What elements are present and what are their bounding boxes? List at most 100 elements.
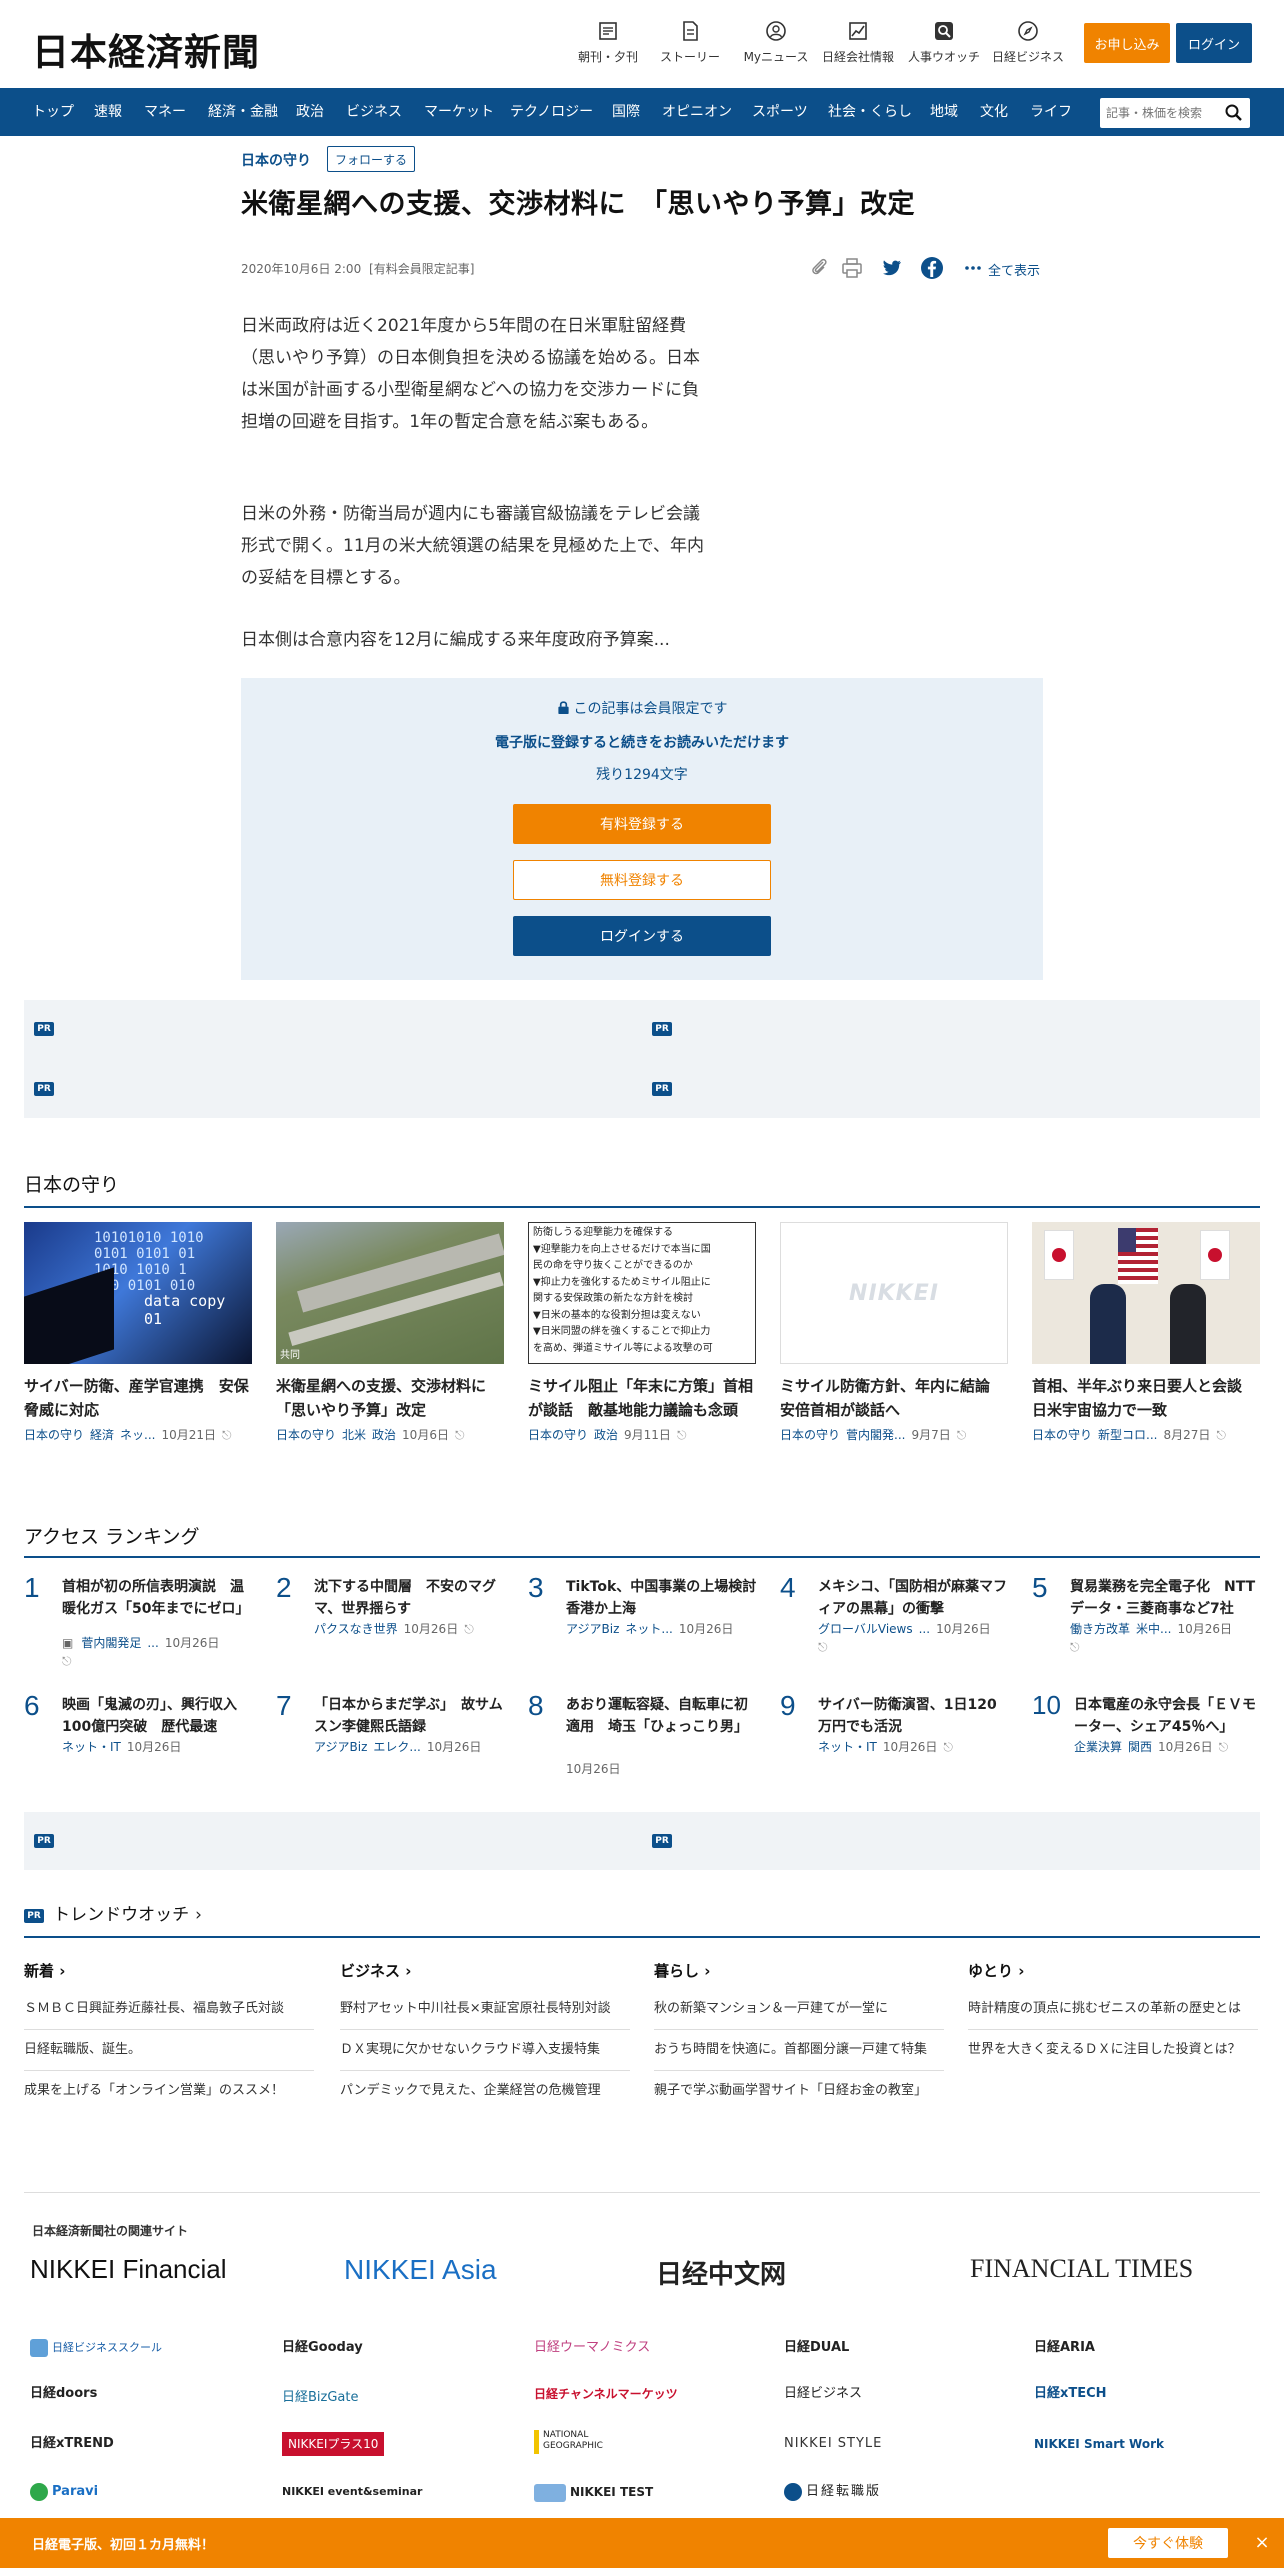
related-site-logo[interactable]: NIKKEIプラス10 — [282, 2432, 385, 2456]
card-title[interactable]: サイバー防衛、産学官連携 安保脅威に対応 — [24, 1374, 252, 1422]
card-tag[interactable]: 経済 — [90, 1428, 114, 1442]
facebook-icon[interactable] — [920, 256, 944, 280]
rank-tag[interactable]: ... — [147, 1636, 158, 1650]
search-icon[interactable] — [1224, 103, 1244, 123]
ranking-item[interactable]: 5 貿易業務を完全電子化 NTTデータ・三菱商事など7社 働き方改革 米中... 1… — [1032, 1572, 1262, 1672]
rank-tag[interactable]: パクスなき世界 — [314, 1622, 398, 1636]
related-site-logo[interactable]: NIKKEI STYLE — [784, 2432, 882, 2456]
nav-item-society[interactable]: 社会・くらし — [828, 88, 912, 136]
card-tag[interactable]: ネッ... — [120, 1428, 155, 1442]
rank-tag[interactable]: ネット・IT — [818, 1740, 877, 1754]
related-site-logo[interactable]: 日経転職版 — [784, 2480, 881, 2504]
related-site-logo[interactable]: 日経ARIA — [1034, 2336, 1095, 2360]
ranking-item[interactable]: 6 映画「鬼滅の刃」、興行収入100億円突破 歴代最速 ネット・IT 10月26日 — [24, 1690, 254, 1790]
rank-tag[interactable]: グローバルViews — [818, 1622, 913, 1636]
related-site-logo[interactable]: 日経ウーマノミクス — [534, 2336, 650, 2360]
card-tag[interactable]: 政治 — [372, 1428, 396, 1442]
series-card[interactable]: 共同 米衛星網への支援、交渉材料に 「思いやり予算」改定 日本の守り 北米 政治 10… — [276, 1222, 504, 1443]
related-site-logo[interactable]: NIKKEI TEST — [534, 2480, 653, 2504]
rank-title[interactable]: あおり運転容疑、自転車に初適用 埼玉「ひょっこり男」 — [566, 1694, 758, 1738]
header-link-nikkei-business[interactable]: 日経ビジネス — [988, 20, 1068, 65]
card-tag[interactable]: 日本の守り — [780, 1428, 840, 1442]
header-link-personnel-watch[interactable]: 人事ウオッチ — [904, 20, 984, 65]
rank-tag[interactable]: エレク... — [373, 1740, 420, 1754]
rank-tag[interactable]: 米中... — [1136, 1622, 1171, 1636]
series-card[interactable]: 10101010 1010 0101 0101 01 1010 1010 1 010 … — [24, 1222, 252, 1443]
rank-tag[interactable]: 関西 — [1128, 1740, 1152, 1754]
rank-title[interactable]: 「日本からまだ学ぶ」 故サムスン李健熙氏語録 — [314, 1694, 506, 1738]
close-icon[interactable]: × — [1252, 2533, 1272, 2553]
nav-item-business[interactable]: ビジネス — [346, 88, 402, 136]
article-section-link[interactable]: 日本の守り — [241, 150, 311, 170]
card-title[interactable]: 米衛星網への支援、交渉材料に 「思いやり予算」改定 — [276, 1374, 504, 1422]
trend-item[interactable]: おうち時間を快適に。首都圏分譲一戸建て特集 — [654, 2030, 944, 2071]
trend-column-head[interactable]: 新着 › — [24, 1960, 314, 1981]
nav-item-culture[interactable]: 文化 — [980, 88, 1008, 136]
series-card[interactable]: NIKKEI ミサイル防衛方針、年内に結論 安倍首相が談話へ 日本の守り 菅内閣発… — [780, 1222, 1008, 1443]
related-site-logo[interactable]: 日経ビジネススクール — [30, 2336, 162, 2360]
ranking-item[interactable]: 10 日本電産の永守会長「ＥＶモーター、シェア45％へ」 企業決算 関西 10月26… — [1032, 1690, 1262, 1790]
financial-times-logo[interactable]: FINANCIAL TIMES — [970, 2254, 1193, 2284]
trend-item[interactable]: パンデミックで見えた、企業経営の危機管理 — [340, 2071, 630, 2111]
series-card[interactable]: 首相、半年ぶり来日要人と会談 日米宇宙協力で一致 日本の守り 新型コロ... 8月2… — [1032, 1222, 1260, 1443]
card-title[interactable]: ミサイル阻止「年末に方策」首相が談話 敵基地能力議論も念頭 — [528, 1374, 756, 1422]
nikkei-asia-logo[interactable]: NIKKEI Asia — [344, 2254, 497, 2286]
trend-item[interactable]: 世界を大きく変えるＤＸに注目した投資とは？ — [968, 2030, 1258, 2070]
site-logo[interactable]: 日本経済新聞 — [32, 22, 260, 76]
nav-item-opinion[interactable]: オピニオン — [662, 88, 732, 136]
related-site-logo[interactable]: 日経xTREND — [30, 2432, 114, 2456]
paywall-login-button[interactable]: ログインする — [513, 916, 771, 956]
login-button[interactable]: ログイン — [1176, 23, 1252, 63]
related-site-logo[interactable]: 日経Gooday — [282, 2336, 363, 2360]
trend-watch-title[interactable]: PR トレンドウオッチ › — [24, 1900, 202, 1925]
ranking-item[interactable]: 4 メキシコ、「国防相が麻薬マフィアの黒幕」の衝撃 グローバルViews... 1… — [780, 1572, 1010, 1672]
apply-button[interactable]: お申し込み — [1084, 23, 1170, 63]
rank-tag[interactable]: 企業決算 — [1074, 1740, 1122, 1754]
nav-item-sports[interactable]: スポーツ — [752, 88, 808, 136]
header-link-morning-evening[interactable]: 朝刊・夕刊 — [568, 20, 648, 65]
rank-tag[interactable]: ネット・IT — [62, 1740, 121, 1754]
card-tag[interactable]: 日本の守り — [1032, 1428, 1092, 1442]
ranking-item[interactable]: 2 沈下する中間層 不安のマグマ、世界揺らす パクスなき世界 10月26日 ⎋ — [276, 1572, 506, 1672]
nav-item-politics[interactable]: 政治 — [296, 88, 324, 136]
card-tag[interactable]: 日本の守り — [276, 1428, 336, 1442]
related-site-logo[interactable]: 日経BizGate — [282, 2386, 359, 2410]
card-tag[interactable]: 政治 — [594, 1428, 618, 1442]
card-title[interactable]: ミサイル防衛方針、年内に結論 安倍首相が談話へ — [780, 1374, 1008, 1422]
ranking-item[interactable]: 9 サイバー防衛演習、1日120万円でも活況 ネット・IT 10月26日 ⎋ — [780, 1690, 1010, 1790]
card-tag[interactable]: 日本の守り — [528, 1428, 588, 1442]
ranking-item[interactable]: 3 TikTok、中国事業の上場検討 香港か上海 アジアBiz ネット... 10月… — [528, 1572, 770, 1672]
rank-title[interactable]: 貿易業務を完全電子化 NTTデータ・三菱商事など7社 — [1070, 1576, 1262, 1620]
ranking-item[interactable]: 7 「日本からまだ学ぶ」 故サムスン李健熙氏語録 アジアBiz エレク... 10月… — [276, 1690, 506, 1790]
trend-column-head[interactable]: ゆとり › — [968, 1960, 1258, 1981]
header-link-mynews[interactable]: Myニュース — [736, 20, 816, 65]
rank-title[interactable]: 沈下する中間層 不安のマグマ、世界揺らす — [314, 1576, 506, 1620]
nav-item-breaking[interactable]: 速報 — [94, 88, 122, 136]
ranking-item[interactable]: 8 あおり運転容疑、自転車に初適用 埼玉「ひょっこり男」 10月26日 — [528, 1690, 758, 1790]
rank-tag[interactable]: 菅内閣発足 — [81, 1636, 141, 1650]
nav-item-economy[interactable]: 経済・金融 — [208, 88, 278, 136]
share-all-link[interactable]: 全て表示 — [988, 260, 1040, 279]
related-site-logo[interactable]: 日経xTECH — [1034, 2382, 1107, 2406]
clip-icon[interactable] — [808, 256, 832, 280]
trend-item[interactable]: 時計精度の頂点に挑むゼニスの革新の歴史とは — [968, 1989, 1258, 2030]
nav-item-technology[interactable]: テクノロジー — [510, 88, 593, 136]
trend-item[interactable]: ＳＭＢＣ日興証券近藤社長、福島敦子氏対談 — [24, 1989, 314, 2030]
related-site-logo[interactable]: NATIONAL GEOGRAPHIC — [534, 2430, 624, 2454]
card-tag[interactable]: 北米 — [342, 1428, 366, 1442]
header-link-story[interactable]: ストーリー — [650, 20, 730, 65]
rank-title[interactable]: TikTok、中国事業の上場検討 香港か上海 — [566, 1576, 770, 1620]
paid-register-button[interactable]: 有料登録する — [513, 804, 771, 844]
nav-item-region[interactable]: 地域 — [930, 88, 958, 136]
nikkei-financial-logo[interactable]: NIKKEI Financial — [30, 2254, 227, 2285]
related-site-logo[interactable]: NIKKEI Smart Work — [1034, 2432, 1164, 2456]
try-now-button[interactable]: 今すぐ体験 — [1108, 2528, 1228, 2558]
card-tag[interactable]: 菅内閣発... — [846, 1428, 905, 1442]
search-input[interactable] — [1106, 102, 1216, 124]
rank-tag[interactable]: アジアBiz — [566, 1622, 619, 1636]
rank-tag[interactable]: ネット... — [625, 1622, 672, 1636]
nav-item-money[interactable]: マネー — [144, 88, 186, 136]
rank-title[interactable]: 首相が初の所信表明演説 温暖化ガス「50年までにゼロ」 — [62, 1576, 254, 1620]
rank-tag[interactable]: アジアBiz — [314, 1740, 367, 1754]
card-tag[interactable]: 日本の守り — [24, 1428, 84, 1442]
